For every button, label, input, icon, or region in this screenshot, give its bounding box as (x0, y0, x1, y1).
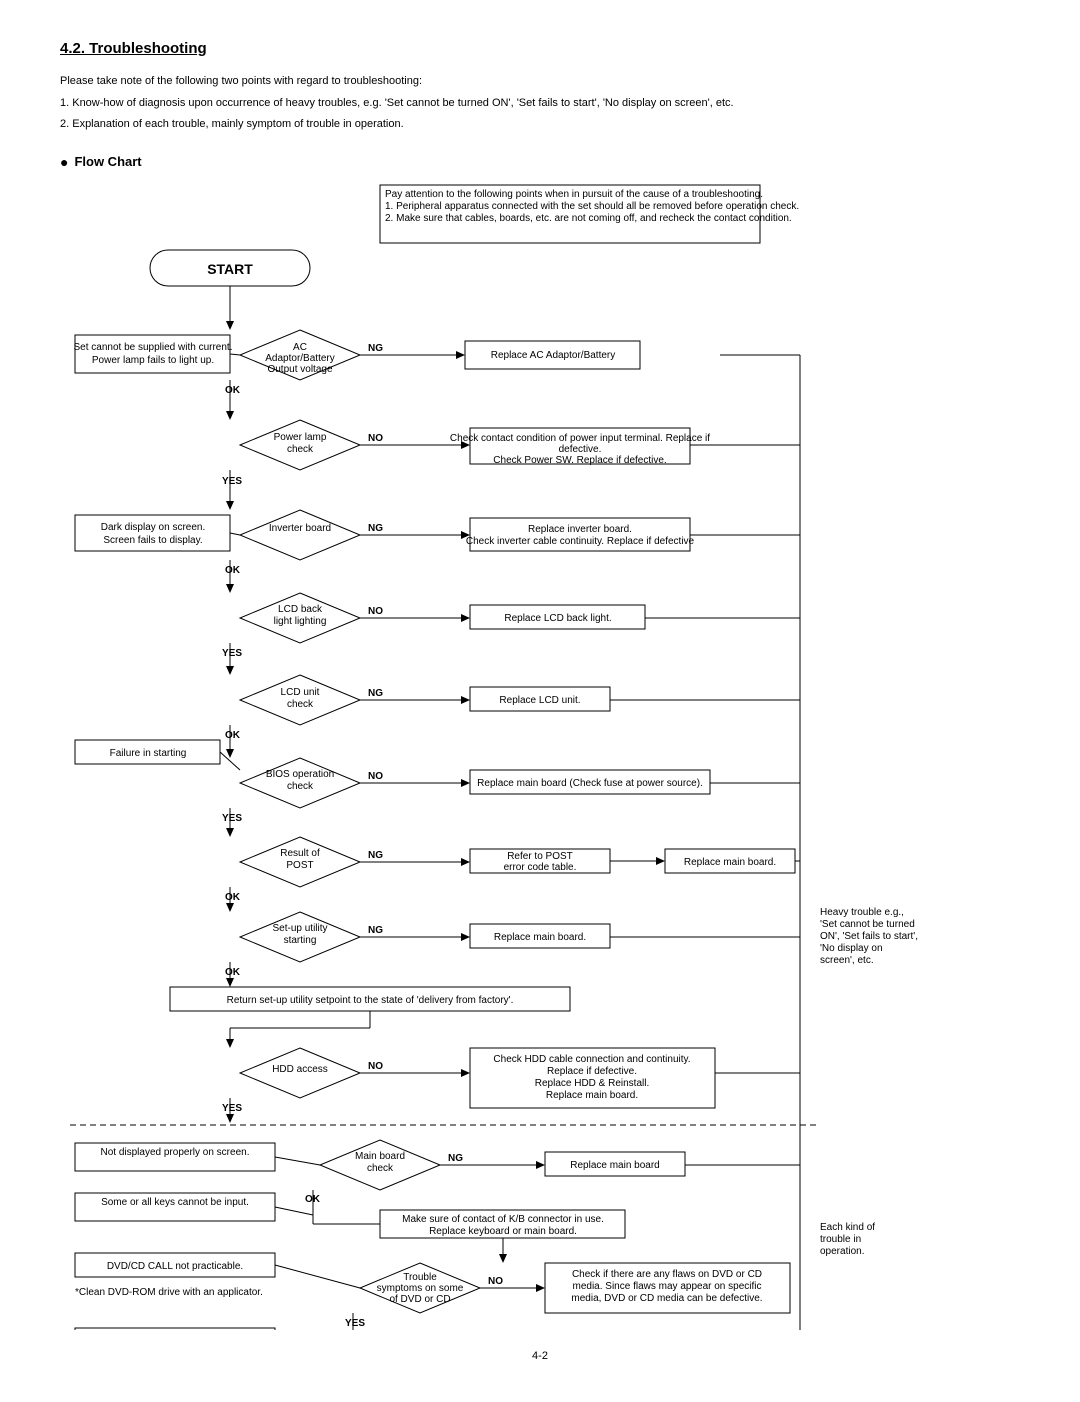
svg-text:Each kind of: Each kind of (820, 1222, 875, 1233)
svg-text:NG: NG (368, 688, 383, 699)
svg-text:NO: NO (488, 1276, 503, 1287)
svg-text:Failure in starting: Failure in starting (110, 748, 187, 759)
svg-text:Not displayed properly on scre: Not displayed properly on screen. (101, 1147, 250, 1158)
svg-text:operation.: operation. (820, 1246, 864, 1257)
svg-text:Make sure of contact of K/B co: Make sure of contact of K/B connector in… (402, 1214, 604, 1225)
svg-text:2. Make sure that cables, boar: 2. Make sure that cables, boards, etc. a… (385, 213, 792, 224)
svg-text:Replace LCD back light.: Replace LCD back light. (504, 613, 611, 624)
svg-text:error code table.: error code table. (504, 862, 577, 873)
svg-text:DVD/CD CALL not practicable.: DVD/CD CALL not practicable. (107, 1261, 243, 1272)
svg-text:NO: NO (368, 1061, 383, 1072)
svg-text:of DVD or CD: of DVD or CD (389, 1294, 450, 1305)
svg-text:trouble in: trouble in (820, 1234, 861, 1245)
svg-text:symptoms on some: symptoms on some (377, 1283, 464, 1294)
svg-text:Some or all keys cannot be inp: Some or all keys cannot be input. (101, 1197, 249, 1208)
svg-text:BIOS operation: BIOS operation (266, 769, 334, 780)
svg-text:Pay attention to the following: Pay attention to the following points wh… (385, 189, 763, 200)
flowchart: Pay attention to the following points wh… (70, 180, 1010, 1330)
svg-text:Replace LCD unit.: Replace LCD unit. (499, 695, 580, 706)
svg-text:light lighting: light lighting (274, 616, 327, 627)
svg-text:check: check (287, 699, 314, 710)
svg-text:screen', etc.: screen', etc. (820, 955, 874, 966)
svg-text:Replace AC Adaptor/Battery: Replace AC Adaptor/Battery (491, 350, 616, 361)
svg-text:Refer to POST: Refer to POST (507, 851, 573, 862)
svg-text:NO: NO (368, 433, 383, 444)
svg-text:check: check (287, 781, 314, 792)
svg-text:Set cannot be supplied with cu: Set cannot be supplied with current. (74, 342, 233, 353)
svg-text:Check contact condition of pow: Check contact condition of power input t… (450, 433, 710, 444)
svg-text:NG: NG (368, 343, 383, 354)
svg-text:START: START (207, 261, 253, 277)
svg-text:NG: NG (448, 1153, 463, 1164)
svg-text:'Set cannot be turned: 'Set cannot be turned (820, 919, 915, 930)
svg-text:Replace main board.: Replace main board. (546, 1090, 638, 1101)
svg-text:YES: YES (222, 476, 242, 487)
svg-text:LCD unit: LCD unit (281, 687, 320, 698)
svg-text:NO: NO (368, 771, 383, 782)
svg-text:media, DVD or CD media can be: media, DVD or CD media can be defective. (571, 1293, 762, 1304)
svg-text:defective.: defective. (559, 444, 602, 455)
svg-text:Replace inverter board.: Replace inverter board. (528, 524, 632, 535)
svg-text:Trouble: Trouble (403, 1272, 437, 1283)
svg-text:NG: NG (368, 523, 383, 534)
svg-text:YES: YES (345, 1318, 365, 1329)
svg-text:Set-up utility: Set-up utility (272, 923, 327, 934)
svg-text:Power lamp fails to light up.: Power lamp fails to light up. (92, 355, 214, 366)
svg-text:Power lamp: Power lamp (274, 432, 327, 443)
flow-section: Flow Chart Pay attention to the followin… (60, 154, 1020, 1330)
svg-text:Check if there are any flaws o: Check if there are any flaws on DVD or C… (572, 1269, 762, 1280)
svg-text:POST: POST (286, 860, 313, 871)
svg-text:Replace if defective.: Replace if defective. (547, 1066, 637, 1077)
svg-text:OK: OK (225, 565, 241, 576)
svg-text:YES: YES (222, 813, 242, 824)
svg-text:Inverter board: Inverter board (269, 523, 331, 534)
svg-text:AC: AC (293, 342, 307, 353)
page-number: 4-2 (60, 1350, 1020, 1362)
svg-text:Heavy trouble e.g.,: Heavy trouble e.g., (820, 907, 904, 918)
svg-text:starting: starting (284, 935, 317, 946)
svg-text:YES: YES (222, 1103, 242, 1114)
svg-text:Check inverter cable continuit: Check inverter cable continuity. Replace… (466, 536, 695, 547)
svg-text:Replace keyboard or main board: Replace keyboard or main board. (429, 1226, 577, 1237)
svg-text:OK: OK (225, 892, 241, 903)
svg-text:Screen fails to display.: Screen fails to display. (103, 535, 202, 546)
svg-text:'No display on: 'No display on (820, 943, 883, 954)
svg-text:media. Since flaws may appear: media. Since flaws may appear on specifi… (573, 1281, 762, 1292)
svg-text:HDD access: HDD access (272, 1064, 328, 1075)
svg-text:check: check (367, 1163, 394, 1174)
svg-text:Replace main board.: Replace main board. (684, 857, 776, 868)
svg-text:LCD back: LCD back (278, 604, 323, 615)
svg-text:Dark display on screen.: Dark display on screen. (101, 522, 206, 533)
svg-text:Replace main board.: Replace main board. (494, 932, 586, 943)
svg-text:Return set-up utility setpoint: Return set-up utility setpoint to the st… (227, 995, 514, 1006)
svg-text:Replace main board (Check fuse: Replace main board (Check fuse at power … (477, 778, 703, 789)
svg-text:NO: NO (368, 606, 383, 617)
svg-text:NG: NG (368, 925, 383, 936)
svg-text:OK: OK (225, 385, 241, 396)
svg-text:check: check (287, 444, 314, 455)
svg-text:Main board: Main board (355, 1151, 405, 1162)
svg-text:Check HDD cable connection and: Check HDD cable connection and continuit… (493, 1054, 690, 1065)
intro-text: Please take note of the following two po… (60, 73, 1020, 134)
svg-text:Check Power SW. Replace if def: Check Power SW. Replace if defective. (493, 455, 666, 466)
svg-text:Adaptor/Battery: Adaptor/Battery (265, 353, 334, 364)
svg-text:Output voltage: Output voltage (267, 364, 332, 375)
svg-text:NG: NG (368, 850, 383, 861)
svg-text:ON', 'Set fails to start',: ON', 'Set fails to start', (820, 931, 918, 942)
svg-text:Result of: Result of (280, 848, 320, 859)
svg-text:Replace HDD & Reinstall.: Replace HDD & Reinstall. (535, 1078, 650, 1089)
svg-text:1. Peripheral apparatus connec: 1. Peripheral apparatus connected with t… (385, 201, 799, 212)
svg-text:OK: OK (225, 730, 241, 741)
section-title: 4.2. Troubleshooting (60, 40, 1020, 57)
flow-chart-title: Flow Chart (60, 154, 1020, 170)
svg-text:Replace main board: Replace main board (570, 1160, 660, 1171)
svg-text:*Clean DVD-ROM drive with an a: *Clean DVD-ROM drive with an applicator. (75, 1287, 263, 1298)
svg-text:YES: YES (222, 648, 242, 659)
svg-text:OK: OK (225, 967, 241, 978)
